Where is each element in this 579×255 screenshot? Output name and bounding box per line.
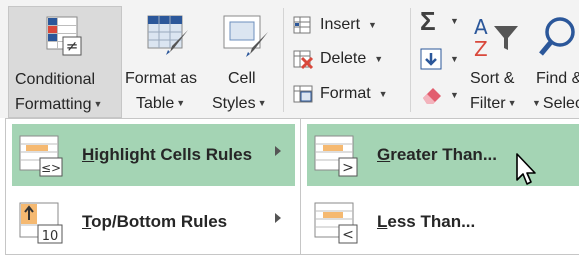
ribbon-separator	[410, 8, 411, 112]
conditional-formatting-label-1: Conditional	[15, 71, 96, 88]
submenu-item-label: Greater Than...	[377, 145, 497, 164]
conditional-formatting-icon: ≠	[46, 16, 82, 56]
delete-button[interactable]: Delete ▼	[292, 48, 383, 70]
format-as-table-icon	[147, 15, 188, 55]
menu-item-highlight-cells-rules[interactable]: ≤> Highlight Cells Rules	[12, 124, 295, 186]
svg-text:≠: ≠	[66, 37, 79, 55]
menu-item-top-bottom-rules[interactable]: 10 Top/Bottom Rules	[12, 191, 295, 253]
svg-text:A: A	[474, 15, 488, 39]
clear-icon	[423, 88, 441, 104]
highlight-cells-icon: ≤>	[19, 135, 63, 177]
insert-label: Insert	[320, 16, 361, 33]
sort-filter-label-2: Filter ▼	[470, 95, 517, 112]
ribbon: ≠ Conditional Formatting ▼ Format as Tabl…	[0, 0, 579, 118]
ribbon-separator	[283, 8, 284, 112]
fill-icon	[420, 48, 442, 70]
find-select-label-2: ▼Select	[532, 95, 579, 112]
delete-label: Delete	[320, 50, 367, 67]
svg-text:<: <	[342, 227, 354, 243]
format-as-table-label-2: Table ▼	[136, 95, 186, 112]
submenu-arrow-icon	[275, 146, 281, 156]
format-icon	[293, 85, 313, 103]
submenu-item-less-than[interactable]: < Less Than...	[307, 191, 579, 253]
format-button[interactable]: Format ▼	[292, 83, 388, 105]
submenu-arrow-icon	[275, 213, 281, 223]
top-bottom-icon: 10	[19, 202, 63, 244]
svg-text:>: >	[342, 160, 354, 176]
delete-icon	[293, 50, 314, 70]
autosum-button[interactable]: Σ ▼	[420, 6, 460, 38]
cell-styles-label-2: Styles ▼	[212, 95, 267, 112]
svg-text:Z: Z	[474, 37, 488, 61]
less-than-icon: <	[314, 202, 358, 244]
clear-button[interactable]: ▼	[420, 82, 460, 110]
cell-styles-icon	[223, 15, 268, 57]
format-label: Format	[320, 85, 371, 102]
insert-button[interactable]: Insert ▼	[292, 14, 377, 36]
find-select-button[interactable]: Find & ▼Select	[532, 6, 579, 116]
sort-filter-button[interactable]: A Z Sort & Filter ▼	[466, 6, 528, 116]
submenu-item-label: Less Than...	[377, 212, 476, 231]
conditional-formatting-label-2: Formatting ▼	[15, 96, 103, 113]
svg-text:10: 10	[42, 229, 59, 244]
conditional-formatting-menu: ≤> Highlight Cells Rules 10 Top/Bottom R…	[5, 118, 302, 255]
menu-item-label: Top/Bottom Rules	[82, 212, 228, 231]
sort-filter-icon: A Z	[474, 15, 518, 61]
find-select-icon	[539, 17, 575, 56]
fill-button[interactable]: ▼	[420, 46, 460, 74]
conditional-formatting-button[interactable]: ≠ Conditional Formatting ▼	[8, 6, 122, 118]
cell-styles-label-1: Cell	[228, 70, 256, 87]
menu-item-label: Highlight Cells Rules	[82, 145, 253, 164]
greater-than-icon: >	[314, 135, 358, 177]
autosum-icon: Σ	[420, 6, 436, 36]
find-select-label-1: Find &	[536, 70, 579, 87]
format-as-table-label-1: Format as	[125, 70, 198, 87]
cell-styles-button[interactable]: Cell Styles ▼	[210, 6, 282, 116]
insert-icon	[293, 16, 311, 34]
svg-text:≤>: ≤>	[41, 161, 61, 175]
sort-filter-label-1: Sort &	[470, 70, 515, 87]
mouse-pointer-icon	[516, 153, 536, 185]
format-as-table-button[interactable]: Format as Table ▼	[124, 6, 216, 116]
